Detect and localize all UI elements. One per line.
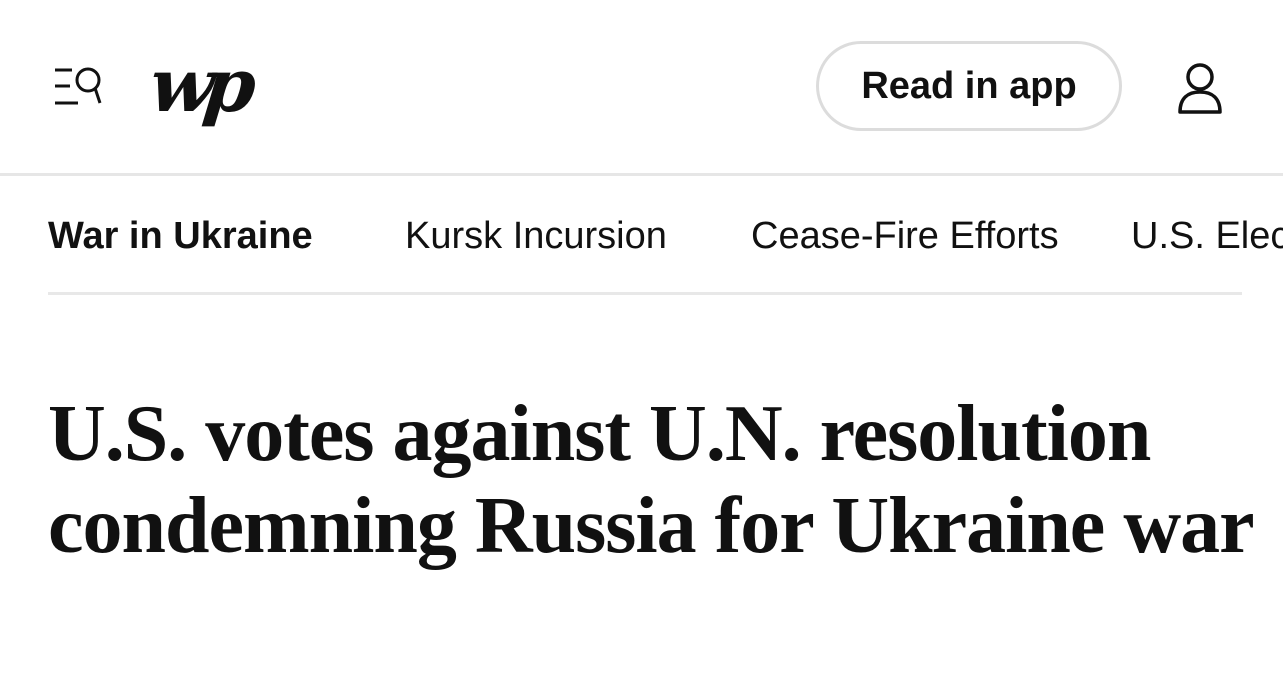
- washington-post-logo[interactable]: wp: [145, 43, 254, 132]
- nav-item-cease-fire-efforts[interactable]: Cease-Fire Efforts: [751, 213, 1059, 259]
- read-in-app-button[interactable]: Read in app: [816, 41, 1122, 131]
- menu-search-icon: [55, 67, 102, 105]
- nav-item-war-in-ukraine[interactable]: War in Ukraine: [48, 213, 313, 259]
- top-header: wp Read in app: [0, 0, 1283, 176]
- menu-search-button[interactable]: [50, 62, 106, 112]
- nav-item-kursk-incursion[interactable]: Kursk Incursion: [405, 213, 667, 259]
- section-nav: War in Ukraine Kursk Incursion Cease-Fir…: [48, 179, 1283, 294]
- account-button[interactable]: [1170, 60, 1230, 118]
- nav-item-us-elections[interactable]: U.S. Elec: [1131, 213, 1283, 259]
- user-icon: [1178, 63, 1222, 114]
- article-headline: U.S. votes against U.N. resolution conde…: [48, 390, 1255, 570]
- nav-divider: [48, 292, 1242, 295]
